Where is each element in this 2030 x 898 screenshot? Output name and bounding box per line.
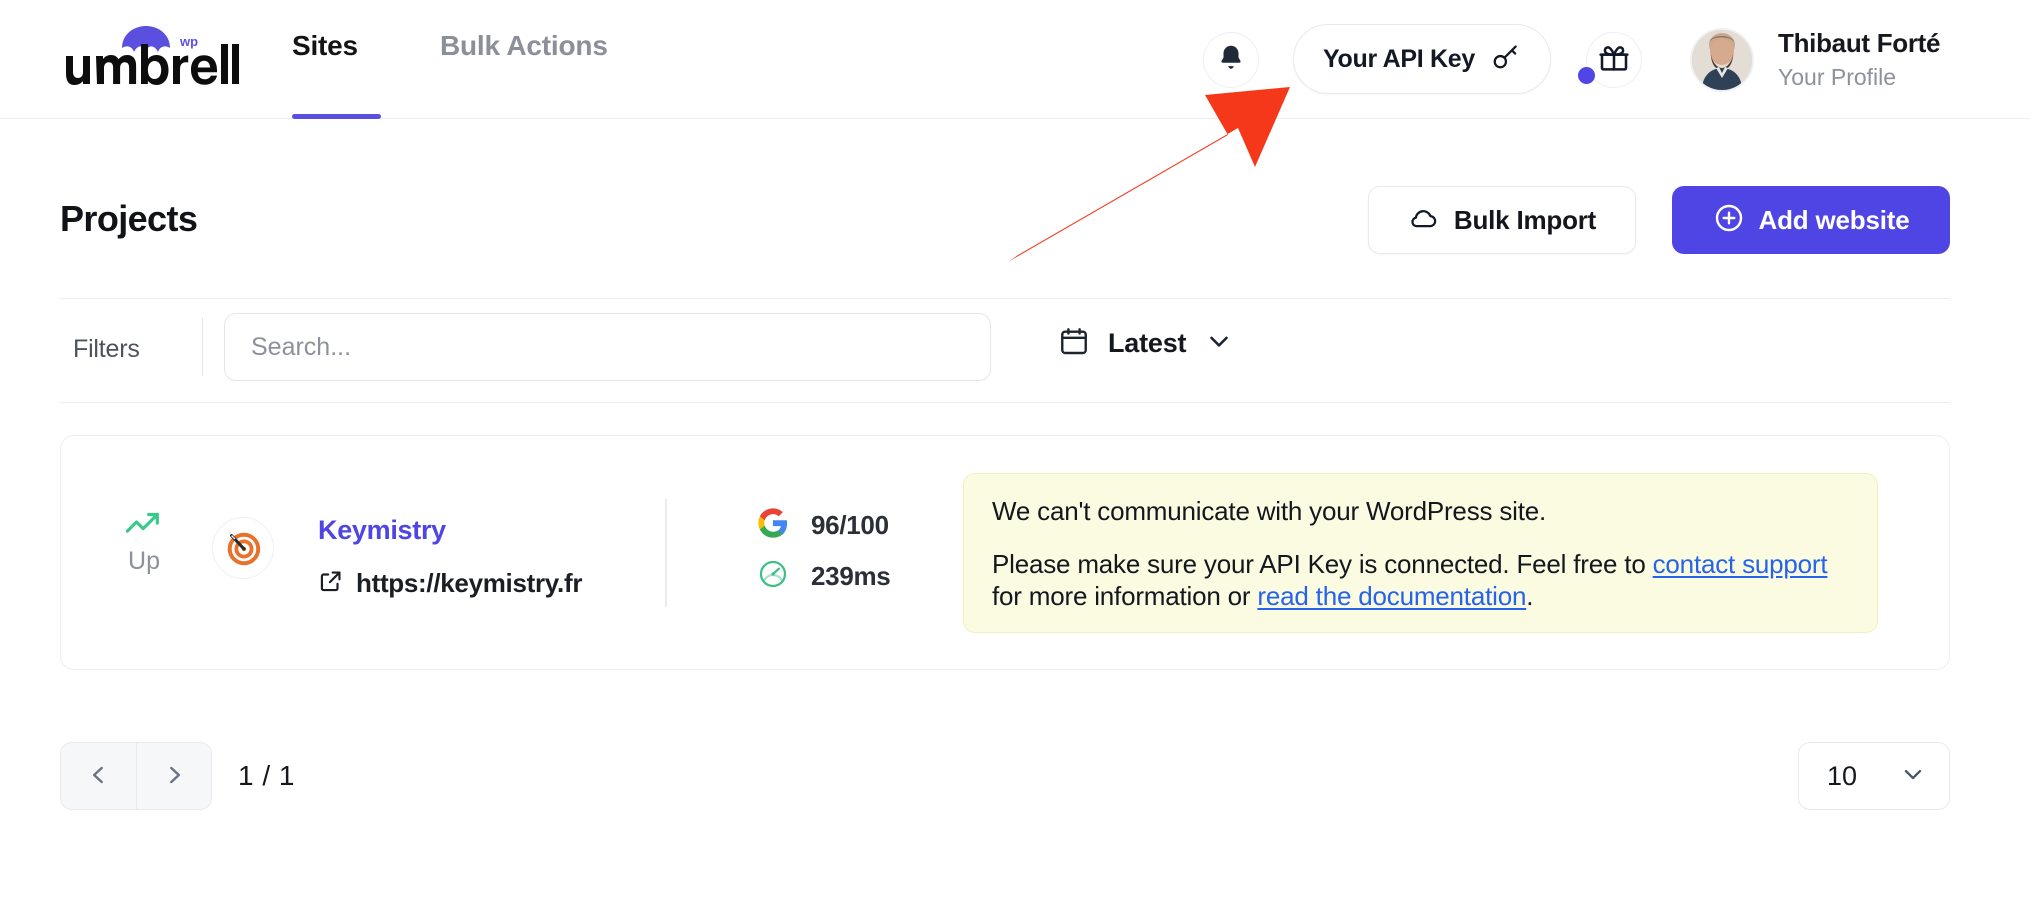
- per-page-dropdown[interactable]: 10: [1798, 742, 1950, 810]
- gift-icon: [1598, 42, 1630, 79]
- page-title: Projects: [60, 198, 198, 239]
- api-key-label: Your API Key: [1323, 44, 1475, 73]
- bullseye-target-icon: [212, 517, 274, 579]
- rewards-badge-dot: [1578, 67, 1595, 84]
- pagination-prev-button[interactable]: [61, 743, 136, 809]
- add-website-label: Add website: [1758, 204, 1910, 235]
- chevron-left-icon: [86, 762, 112, 791]
- sort-dropdown[interactable]: Latest: [1058, 325, 1234, 362]
- avatar[interactable]: [1690, 28, 1754, 92]
- search-input-wrapper[interactable]: [224, 313, 991, 381]
- site-warning-banner: We can't communicate with your WordPress…: [963, 473, 1878, 633]
- pagination-controls[interactable]: [60, 742, 212, 810]
- bell-icon: [1216, 43, 1246, 78]
- filters-vertical-divider: [202, 318, 203, 376]
- notifications-button[interactable]: [1203, 32, 1259, 88]
- nav-active-indicator: [292, 114, 381, 119]
- search-input[interactable]: [225, 314, 990, 380]
- bulk-import-button[interactable]: Bulk Import: [1368, 186, 1636, 254]
- rewards-button[interactable]: [1586, 32, 1642, 88]
- external-link-icon: [318, 568, 344, 599]
- brand-logo[interactable]: wp: [60, 18, 240, 90]
- site-url-link[interactable]: https://keymistry.fr: [318, 568, 582, 599]
- cloud-icon: [1408, 203, 1438, 238]
- filters-bottom-divider: [60, 402, 1950, 403]
- filters-top-divider: [60, 298, 1950, 299]
- response-time-value: 239ms: [811, 561, 891, 591]
- site-status-label: Up: [128, 547, 160, 575]
- profile-name: Thibaut Forté: [1778, 28, 1941, 58]
- pagination-count: 1 / 1: [238, 760, 295, 791]
- contact-support-link[interactable]: contact support: [1653, 549, 1828, 579]
- plus-circle-icon: [1713, 202, 1745, 239]
- warning-text-part-3: .: [1526, 580, 1534, 611]
- profile-subtitle: Your Profile: [1778, 64, 1897, 90]
- chevron-down-icon: [1204, 326, 1234, 361]
- key-icon: [1489, 41, 1521, 78]
- warning-text-part-2: for more information or: [992, 580, 1258, 611]
- site-url-label: https://keymistry.fr: [356, 568, 583, 598]
- read-documentation-link[interactable]: read the documentation: [1257, 581, 1526, 611]
- chevron-down-icon: [1899, 760, 1927, 793]
- top-navigation-bar: wp Sites Bulk Actions Your API Key Thiba…: [0, 0, 2030, 119]
- card-vertical-divider: [665, 499, 667, 607]
- speedometer-icon: [757, 558, 789, 595]
- site-name-link[interactable]: Keymistry: [318, 515, 446, 546]
- api-key-button[interactable]: Your API Key: [1293, 24, 1551, 94]
- nav-tab-bulk-actions[interactable]: Bulk Actions: [440, 30, 608, 62]
- warning-title: We can't communicate with your WordPress…: [992, 496, 1547, 526]
- metric-google-score: 96/100: [757, 507, 889, 544]
- filters-label: Filters: [73, 335, 140, 363]
- calendar-icon: [1058, 325, 1090, 362]
- svg-text:wp: wp: [179, 34, 198, 49]
- nav-tab-sites[interactable]: Sites: [292, 30, 358, 62]
- google-score-value: 96/100: [811, 510, 889, 540]
- per-page-value: 10: [1827, 760, 1858, 791]
- warning-text-part-1: Please make sure your API Key is connect…: [992, 549, 1653, 580]
- add-website-button[interactable]: Add website: [1672, 186, 1950, 254]
- metric-response-time: 239ms: [757, 558, 891, 595]
- pagination-next-button[interactable]: [136, 743, 211, 809]
- chevron-right-icon: [161, 762, 187, 791]
- warning-body: Please make sure your API Key is connect…: [992, 549, 1849, 612]
- google-icon: [757, 507, 789, 544]
- bulk-import-label: Bulk Import: [1453, 204, 1597, 235]
- sort-label: Latest: [1108, 328, 1187, 358]
- site-status: Up: [108, 508, 180, 576]
- trend-up-icon: [124, 512, 164, 540]
